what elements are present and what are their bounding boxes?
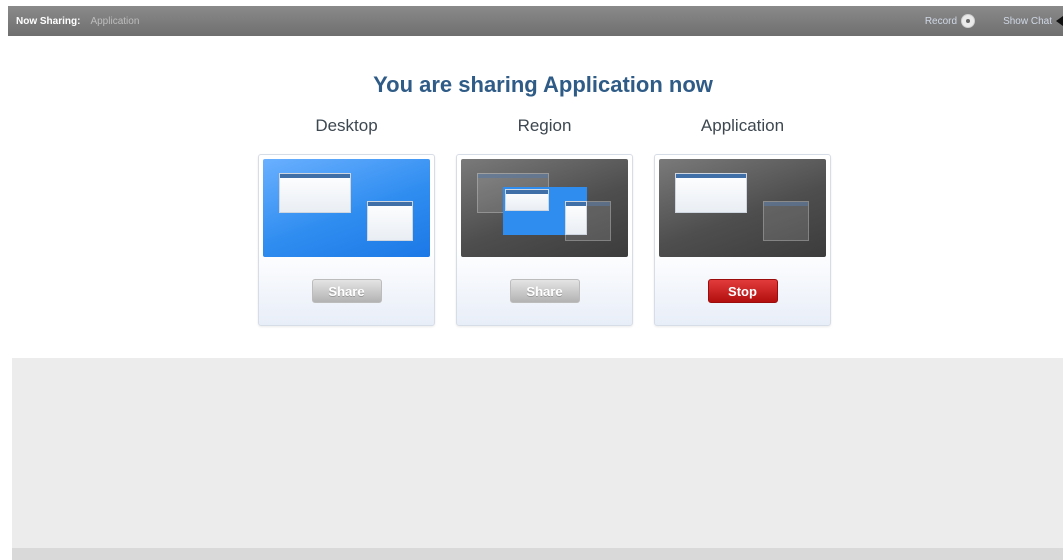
- content-area: [12, 358, 1063, 548]
- stop-sharing-button[interactable]: Stop: [707, 279, 778, 303]
- window-icon: [763, 201, 809, 241]
- page-title: You are sharing Application now: [373, 72, 713, 97]
- desktop-preview-icon: [263, 159, 430, 257]
- record-label: Record: [924, 15, 958, 27]
- option-title-desktop: Desktop: [315, 116, 378, 135]
- share-region-button[interactable]: Share: [509, 279, 580, 303]
- now-sharing-label: Now Sharing:: [16, 15, 81, 27]
- window-icon: [505, 189, 549, 211]
- share-desktop-button[interactable]: Share: [311, 279, 382, 303]
- option-application: Application Stop: [654, 116, 831, 326]
- bottom-bar: [12, 548, 1063, 560]
- show-chat-button[interactable]: Show Chat: [1003, 16, 1063, 27]
- card-desktop[interactable]: Share: [258, 154, 435, 326]
- region-preview-icon: [461, 159, 628, 257]
- option-title-application: Application: [700, 116, 785, 135]
- button-row: Share: [259, 257, 434, 325]
- button-row: Share: [457, 257, 632, 325]
- option-title-region: Region: [517, 116, 572, 135]
- show-chat-label: Show Chat: [1003, 15, 1052, 27]
- option-desktop: Desktop Share: [258, 116, 435, 326]
- button-row: Stop: [655, 257, 830, 325]
- share-options: Desktop Share Region Share Application S…: [258, 116, 831, 326]
- triangle-left-icon: [1056, 16, 1063, 26]
- record-icon: [961, 14, 976, 28]
- card-application[interactable]: Stop: [654, 154, 831, 326]
- application-preview-icon: [659, 159, 826, 257]
- window-icon: [279, 173, 351, 213]
- option-region: Region Share: [456, 116, 633, 326]
- window-icon: [367, 201, 413, 241]
- record-button[interactable]: Record: [924, 14, 976, 28]
- card-region[interactable]: Share: [456, 154, 633, 326]
- now-sharing-value: Application: [90, 15, 140, 27]
- window-icon: [675, 173, 747, 213]
- top-toolbar: Now Sharing: Application Record Show Cha…: [8, 6, 1063, 36]
- window-icon: [565, 201, 587, 235]
